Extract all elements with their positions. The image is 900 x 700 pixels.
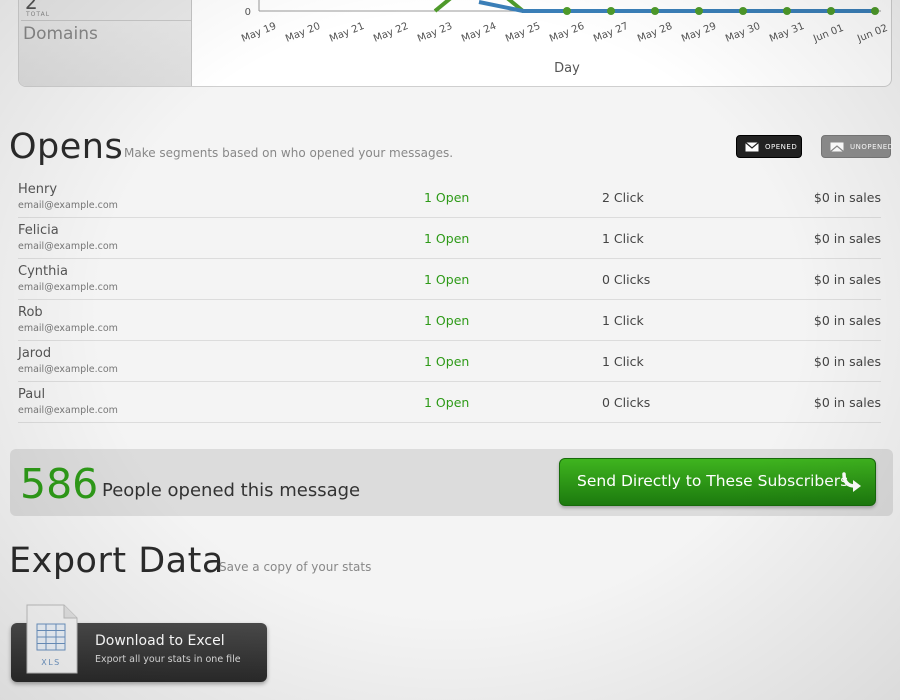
table-row[interactable]: Jarod email@example.com 1 Open 1 Click $… [18,341,881,382]
table-row[interactable]: Rob email@example.com 1 Open 1 Click $0 … [18,300,881,341]
clicks-count: 1 Click [602,313,644,328]
sales-value: $0 in sales [813,313,881,328]
domains-label: Domains [23,24,98,44]
domains-stat-box[interactable]: 2 TOTAL Domains [19,0,192,86]
x-tick-label: May 24 [460,21,498,45]
data-point [871,7,879,15]
x-tick-label: Jun 01 [811,23,845,45]
xls-file-icon: XLS [26,604,78,678]
table-row[interactable]: Felicia email@example.com 1 Open 1 Click… [18,218,881,259]
table-row[interactable]: Cynthia email@example.com 1 Open 0 Click… [18,259,881,300]
subscriber-name: Jarod [18,346,52,361]
x-tick-label: May 30 [724,21,762,45]
x-tick-label: May 21 [328,21,366,45]
download-title: Download to Excel [95,633,225,649]
table-row[interactable]: Henry email@example.com 1 Open 2 Click $… [18,177,881,218]
download-subtitle: Export all your stats in one file [95,654,241,665]
subscriber-email: email@example.com [18,323,118,334]
series-line [478,0,875,13]
x-tick-label: May 23 [416,21,454,45]
export-subtitle: Save a copy of your stats [219,560,372,574]
subscriber-name: Henry [18,182,58,197]
opens-count: 1 Open [424,190,470,205]
data-point [783,7,791,15]
table-row[interactable]: Paul email@example.com 1 Open 0 Clicks $… [18,382,881,423]
subscriber-email: email@example.com [18,405,118,416]
opened-label: OPENED [765,142,798,151]
opens-count: 1 Open [424,313,470,328]
subscriber-name: Cynthia [18,264,68,279]
x-tick-label: May 22 [372,21,410,45]
x-tick-label: May 29 [680,21,718,45]
send-to-subscribers-button[interactable]: Send Directly to These Subscribers [559,458,876,506]
sales-value: $0 in sales [813,231,881,246]
clicks-count: 0 Clicks [602,395,651,410]
opens-table: Henry email@example.com 1 Open 2 Click $… [18,177,881,423]
y-tick-label: 0 [245,7,251,18]
clicks-count: 0 Clicks [602,272,651,287]
x-tick-label: May 20 [284,21,322,45]
data-point [607,7,615,15]
opens-title: Opens [9,127,124,167]
subscriber-email: email@example.com [18,200,118,211]
summary-band: 586 People opened this message Send Dire… [10,449,893,516]
sales-value: $0 in sales [813,395,881,410]
opened-people-count: 586 [20,460,99,508]
x-axis-title: Day [554,61,580,76]
clicks-count: 1 Click [602,354,644,369]
stat-total-header: 2 TOTAL [21,0,191,21]
unopened-label: UNOPENED [850,142,894,151]
subscriber-name: Paul [18,387,46,402]
chart-panel: 2 TOTAL Domains 0 May 19 May 20 May 21 May 2… [18,0,892,87]
opens-count: 1 Open [424,395,470,410]
opened-filter-button[interactable]: OPENED [736,135,802,158]
send-button-label: Send Directly to These Subscribers [577,472,849,490]
subscriber-name: Felicia [18,223,59,238]
envelope-icon [830,142,844,152]
data-point [739,7,747,15]
x-tick-label: May 28 [636,21,674,45]
data-point [827,7,835,15]
sales-value: $0 in sales [813,354,881,369]
subscriber-name: Rob [18,305,43,320]
x-tick-label: May 25 [504,21,542,45]
envelope-icon [745,141,759,152]
data-point [563,7,571,15]
opens-count: 1 Open [424,231,470,246]
total-caption: TOTAL [26,11,51,18]
subscriber-email: email@example.com [18,364,118,375]
unopened-filter-button[interactable]: UNOPENED [821,135,894,158]
opens-subtitle: Make segments based on who opened your m… [124,146,454,160]
subscriber-email: email@example.com [18,282,118,293]
curved-arrow-icon [841,472,865,498]
sales-value: $0 in sales [813,272,881,287]
sales-value: $0 in sales [813,190,881,205]
x-tick-label: May 26 [548,21,586,45]
x-tick-label: Jun 02 [855,23,889,45]
xls-badge-text: XLS [41,658,61,667]
data-point [651,7,659,15]
opens-count: 1 Open [424,272,470,287]
opens-count: 1 Open [424,354,470,369]
x-tick-label: May 27 [592,21,630,45]
data-point [695,7,703,15]
clicks-count: 1 Click [602,231,644,246]
clicks-count: 2 Click [602,190,644,205]
line-chart: 0May 19 May 20 May 21 May 22 May 23 May 24 May… [240,0,889,76]
x-tick-label: May 31 [768,21,806,45]
export-title: Export Data [9,541,224,581]
opened-people-label: People opened this message [102,480,361,501]
subscriber-email: email@example.com [18,241,118,252]
x-tick-label: May 19 [240,21,278,45]
